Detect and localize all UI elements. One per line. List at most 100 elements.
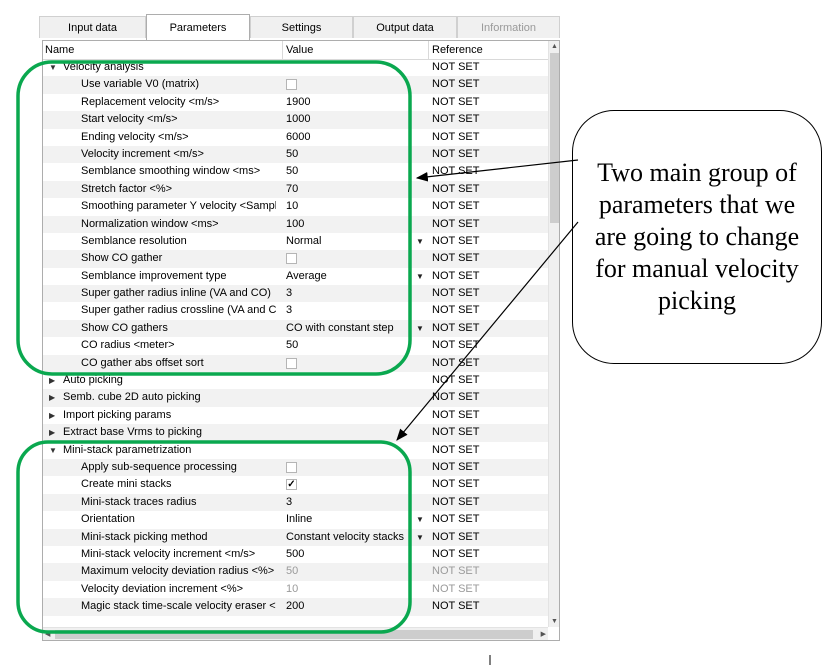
reference-value[interactable]: NOT SET — [432, 163, 479, 180]
value-dropdown[interactable]: Average — [286, 268, 426, 285]
reference-value[interactable]: NOT SET — [432, 529, 479, 546]
expand-arrow-icon[interactable]: ▶ — [49, 389, 55, 406]
reference-value[interactable]: NOT SET — [432, 233, 479, 250]
reference-value[interactable]: NOT SET — [432, 442, 479, 459]
checkbox[interactable] — [286, 357, 297, 369]
reference-value[interactable]: NOT SET — [432, 459, 479, 476]
reference-value[interactable]: NOT SET — [432, 424, 479, 441]
parameter-row[interactable]: Normalization window <ms> 100 NOT SET — [43, 215, 548, 233]
reference-value[interactable]: NOT SET — [432, 337, 479, 354]
reference-value[interactable]: NOT SET — [432, 320, 479, 337]
scroll-left-icon[interactable]: ◀ — [45, 628, 50, 640]
reference-value[interactable]: NOT SET — [432, 181, 479, 198]
value-field[interactable]: 6000 — [286, 129, 426, 146]
reference-value[interactable]: NOT SET — [432, 111, 479, 128]
vertical-scrollbar[interactable]: ▲ ▼ — [548, 41, 559, 627]
parameter-row[interactable]: Mini-stack picking method Constant veloci… — [43, 528, 548, 546]
parameter-row[interactable]: Mini-stack traces radius 3 NOT SET — [43, 493, 548, 512]
parameter-row[interactable]: CO radius <meter> 50 NOT SET — [43, 337, 548, 354]
reference-value[interactable]: NOT SET — [432, 476, 479, 493]
parameter-row[interactable]: Create mini stacks ✓ NOT SET — [43, 476, 548, 493]
parameter-row[interactable]: Replacement velocity <m/s> 1900 NOT SET — [43, 94, 548, 111]
reference-value[interactable]: NOT SET — [432, 372, 479, 389]
group-row[interactable]: ▶ Import picking params NOT SET — [43, 407, 548, 424]
parameter-row[interactable]: Orientation Inline ▼ NOT SET — [43, 511, 548, 528]
value-field[interactable]: 10 — [286, 198, 426, 215]
column-header-reference[interactable]: Reference — [432, 44, 483, 56]
parameter-row[interactable]: Super gather radius crossline (VA and CO… — [43, 302, 548, 319]
reference-value[interactable]: NOT SET — [432, 285, 479, 302]
expand-arrow-icon[interactable]: ▶ — [49, 372, 55, 389]
dropdown-arrow-icon[interactable]: ▼ — [416, 268, 424, 285]
tab-parameters[interactable]: Parameters — [146, 14, 250, 40]
checkbox-checked[interactable]: ✓ — [286, 479, 297, 491]
value-dropdown[interactable]: Constant velocity stacks — [286, 529, 426, 546]
dropdown-arrow-icon[interactable]: ▼ — [416, 529, 424, 546]
value-field[interactable]: 3 — [286, 494, 426, 511]
dropdown-arrow-icon[interactable]: ▼ — [416, 320, 424, 337]
scroll-down-icon[interactable]: ▼ — [549, 616, 559, 627]
group-row[interactable]: ▶ Semb. cube 2D auto picking NOT SET — [43, 389, 548, 407]
parameter-row[interactable]: Use variable V0 (matrix) NOT SET — [43, 76, 548, 94]
parameter-row[interactable]: Smoothing parameter Y velocity <Sampl...… — [43, 198, 548, 215]
value-field[interactable]: 1900 — [286, 94, 426, 111]
parameter-row[interactable]: Velocity deviation increment <%> 10 NOT SE… — [43, 581, 548, 598]
parameter-row[interactable]: Maximum velocity deviation radius <%> 50 N… — [43, 563, 548, 581]
value-field[interactable]: 500 — [286, 546, 426, 563]
parameter-row[interactable]: Apply sub-sequence processing NOT SET — [43, 458, 548, 477]
collapse-arrow-icon[interactable]: ▼ — [49, 442, 57, 459]
group-row[interactable]: ▼ Mini-stack parametrization NOT SET — [43, 442, 548, 459]
reference-value[interactable]: NOT SET — [432, 563, 479, 580]
parameter-row[interactable]: Stretch factor <%> 70 NOT SET — [43, 180, 548, 199]
value-field[interactable]: 50 — [286, 163, 426, 180]
value-field[interactable]: 3 — [286, 285, 426, 302]
parameter-row[interactable]: Show CO gathers CO with constant step ▼ NOT… — [43, 319, 548, 338]
parameter-row[interactable]: Super gather radius inline (VA and CO) 3 N… — [43, 285, 548, 303]
value-field[interactable]: 3 — [286, 302, 426, 319]
column-header-value[interactable]: Value — [286, 44, 313, 56]
expand-arrow-icon[interactable]: ▶ — [49, 407, 55, 424]
expand-arrow-icon[interactable]: ▶ — [49, 424, 55, 441]
group-row[interactable]: ▶ Extract base Vrms to picking NOT SET — [43, 424, 548, 442]
value-field[interactable]: 100 — [286, 216, 426, 233]
group-row[interactable]: ▶ Auto picking NOT SET — [43, 372, 548, 389]
value-field[interactable]: 70 — [286, 181, 426, 198]
reference-value[interactable]: NOT SET — [432, 94, 479, 111]
parameter-row[interactable]: CO gather abs offset sort NOT SET — [43, 354, 548, 373]
value-field[interactable]: 10 — [286, 581, 426, 598]
scroll-right-icon[interactable]: ▶ — [541, 628, 546, 640]
reference-value[interactable]: NOT SET — [432, 546, 479, 563]
value-dropdown[interactable]: Normal — [286, 233, 426, 250]
reference-value[interactable]: NOT SET — [432, 355, 479, 372]
parameter-row[interactable]: Show CO gather NOT SET — [43, 250, 548, 268]
parameter-row[interactable]: Mini-stack velocity increment <m/s> 500 NO… — [43, 546, 548, 563]
checkbox[interactable] — [286, 461, 297, 473]
reference-value[interactable]: NOT SET — [432, 302, 479, 319]
reference-value[interactable]: NOT SET — [432, 59, 479, 76]
value-field[interactable]: 200 — [286, 598, 426, 615]
scroll-up-icon[interactable]: ▲ — [549, 41, 559, 52]
reference-value[interactable]: NOT SET — [432, 76, 479, 93]
value-field[interactable]: 50 — [286, 146, 426, 163]
tab-settings[interactable]: Settings — [250, 16, 353, 38]
value-field[interactable]: 50 — [286, 337, 426, 354]
reference-value[interactable]: NOT SET — [432, 216, 479, 233]
value-dropdown[interactable]: Inline — [286, 511, 426, 528]
reference-value[interactable]: NOT SET — [432, 407, 479, 424]
reference-value[interactable]: NOT SET — [432, 389, 479, 406]
column-header-name[interactable]: Name — [45, 44, 74, 56]
parameter-row[interactable]: Semblance improvement type Average ▼ NOT SE… — [43, 268, 548, 285]
value-field[interactable]: 1000 — [286, 111, 426, 128]
parameter-row[interactable]: Velocity increment <m/s> 50 NOT SET — [43, 145, 548, 164]
checkbox[interactable] — [286, 79, 297, 91]
reference-value[interactable]: NOT SET — [432, 198, 479, 215]
scrollbar-thumb[interactable] — [550, 53, 559, 223]
collapse-arrow-icon[interactable]: ▼ — [49, 59, 57, 76]
parameter-row[interactable]: Semblance resolution Normal ▼ NOT SET — [43, 233, 548, 250]
value-field[interactable]: 50 — [286, 563, 426, 580]
reference-value[interactable]: NOT SET — [432, 146, 479, 163]
parameter-row[interactable]: Ending velocity <m/s> 6000 NOT SET — [43, 129, 548, 146]
reference-value[interactable]: NOT SET — [432, 598, 479, 615]
tab-output-data[interactable]: Output data — [353, 16, 457, 38]
checkbox[interactable] — [286, 253, 297, 265]
